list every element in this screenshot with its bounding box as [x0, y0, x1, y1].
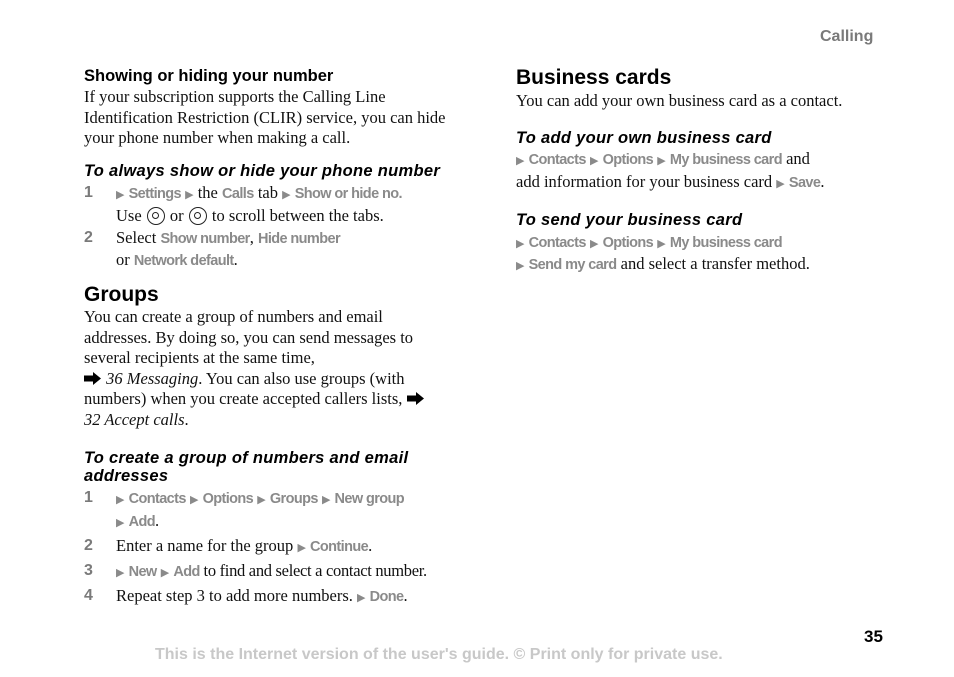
groups-heading: Groups [84, 283, 159, 306]
step-number: 1 [84, 489, 93, 506]
menu-item-contacts: Contacts [528, 152, 587, 168]
menu-arrow-icon: ▶ [657, 236, 666, 250]
menu-item-options: Options [602, 234, 654, 251]
text: , [249, 228, 258, 247]
menu-item-groups: Groups [269, 491, 319, 507]
option-hide-number: Hide number [257, 231, 341, 247]
send-card-steps: ▶ Contacts ▶ Options ▶ My business card … [516, 232, 906, 277]
menu-item-add: Add [173, 563, 200, 580]
step-number: 4 [84, 587, 93, 604]
option-show-number: Show number [160, 231, 250, 247]
add-card-steps: ▶ Contacts ▶ Options ▶ My business card … [516, 149, 906, 194]
groups-body: You can create a group of numbers and em… [84, 307, 434, 430]
text: . [820, 171, 825, 191]
right-column: Business cards You can add your own busi… [516, 66, 906, 277]
menu-item-done: Done [369, 589, 404, 605]
text: . [154, 510, 160, 530]
text: or [165, 205, 188, 225]
text: Repeat step 3 to add more numbers. [116, 586, 358, 605]
menu-arrow-icon: ▶ [282, 188, 291, 201]
menu-item-new-group: New group [334, 491, 405, 507]
business-cards-heading: Business cards [516, 66, 672, 89]
menu-arrow-icon: ▶ [776, 176, 785, 190]
menu-arrow-icon: ▶ [357, 591, 366, 604]
text: . [368, 536, 373, 555]
footer-notice: This is the Internet version of the user… [155, 646, 723, 663]
menu-arrow-icon: ▶ [589, 236, 599, 250]
menu-item-my-business-card: My business card [669, 234, 783, 251]
menu-arrow-icon: ▶ [160, 565, 170, 579]
text: . [403, 586, 408, 605]
text: . [184, 409, 189, 429]
text: Use [116, 205, 146, 225]
menu-item-contacts: Contacts [528, 234, 587, 251]
option-network-default: Network default [133, 252, 234, 269]
page-number: 35 [864, 627, 883, 646]
reference-arrow-icon [406, 392, 424, 405]
menu-item-show-or-hide: Show or hide no. [294, 186, 403, 202]
menu-item-save: Save [788, 174, 821, 191]
menu-arrow-icon: ▶ [116, 565, 125, 579]
menu-item-options: Options [602, 152, 654, 168]
always-step-1: 1 ▶ Settings ▶ the Calls tab ▶ Show or h… [84, 183, 464, 226]
menu-item-contacts: Contacts [128, 491, 187, 507]
menu-arrow-icon: ▶ [657, 154, 666, 167]
menu-arrow-icon: ▶ [189, 493, 199, 506]
add-card-heading: To add your own business card [516, 128, 772, 147]
menu-arrow-icon: ▶ [116, 188, 125, 201]
menu-arrow-icon: ▶ [185, 188, 194, 201]
send-card-heading: To send your business card [516, 211, 743, 229]
text: Select [116, 228, 161, 247]
menu-arrow-icon: ▶ [257, 493, 266, 506]
text: and [781, 149, 810, 168]
text: tab [253, 183, 283, 202]
text: add information for your business card [516, 171, 777, 191]
nav-key-left-icon [146, 206, 165, 225]
showing-heading: Showing or hiding your number [84, 67, 334, 85]
text: Enter a name for the group [116, 536, 298, 555]
menu-arrow-icon: ▶ [516, 236, 525, 250]
reference-arrow-icon [84, 371, 101, 385]
step-number: 3 [84, 561, 93, 579]
nav-key-right-icon [188, 206, 207, 225]
create-step-2: 2 Enter a name for the group ▶ Continue. [84, 536, 464, 559]
business-cards-body: You can add your own business card as a … [516, 91, 843, 110]
menu-arrow-icon: ▶ [516, 259, 525, 272]
menu-item-my-business-card: My business card [669, 152, 783, 168]
menu-item-options: Options [202, 491, 254, 507]
section-title: Calling [820, 28, 874, 45]
showing-body: If your subscription supports the Callin… [84, 87, 446, 147]
menu-arrow-icon: ▶ [116, 515, 125, 529]
text: the [193, 183, 223, 202]
create-step-1: 1 ▶ Contacts ▶ Options ▶ Groups ▶ New gr… [84, 488, 464, 533]
menu-item-send-my-card: Send my card [528, 257, 618, 273]
always-step-2: 2 Select Show number, Hide number or Net… [84, 228, 464, 271]
text: or [116, 249, 134, 269]
menu-item-continue: Continue [310, 539, 369, 555]
step-number: 1 [84, 184, 93, 201]
create-step-4: 4 Repeat step 3 to add more numbers. ▶ D… [84, 586, 464, 609]
menu-item-settings: Settings [128, 186, 182, 202]
create-heading: To create a group of numbers and email a… [84, 449, 409, 485]
text: You can create a group of numbers and em… [84, 307, 414, 367]
left-column: Showing or hiding your number If your su… [84, 66, 464, 609]
step-number: 2 [84, 229, 93, 246]
step-number: 2 [84, 537, 93, 554]
menu-arrow-icon: ▶ [321, 493, 331, 506]
menu-arrow-icon: ▶ [116, 493, 125, 506]
menu-item-add: Add [128, 513, 156, 530]
text: to scroll between the tabs. [207, 205, 384, 225]
menu-arrow-icon: ▶ [297, 541, 306, 554]
menu-arrow-icon: ▶ [516, 154, 525, 167]
menu-item-calls: Calls [222, 186, 254, 202]
reference-messaging[interactable]: 36 Messaging [102, 369, 198, 388]
create-step-3: 3 ▶ New ▶ Add to find and select a conta… [84, 561, 464, 584]
menu-item-new: New [128, 563, 158, 580]
text: . [233, 249, 238, 269]
text: and select a transfer method. [616, 254, 810, 273]
always-heading: To always show or hide your phone number [84, 161, 441, 180]
reference-accept-calls[interactable]: 32 Accept calls [84, 410, 185, 429]
text: to find and select a contact number. [199, 560, 428, 580]
menu-arrow-icon: ▶ [589, 154, 599, 167]
